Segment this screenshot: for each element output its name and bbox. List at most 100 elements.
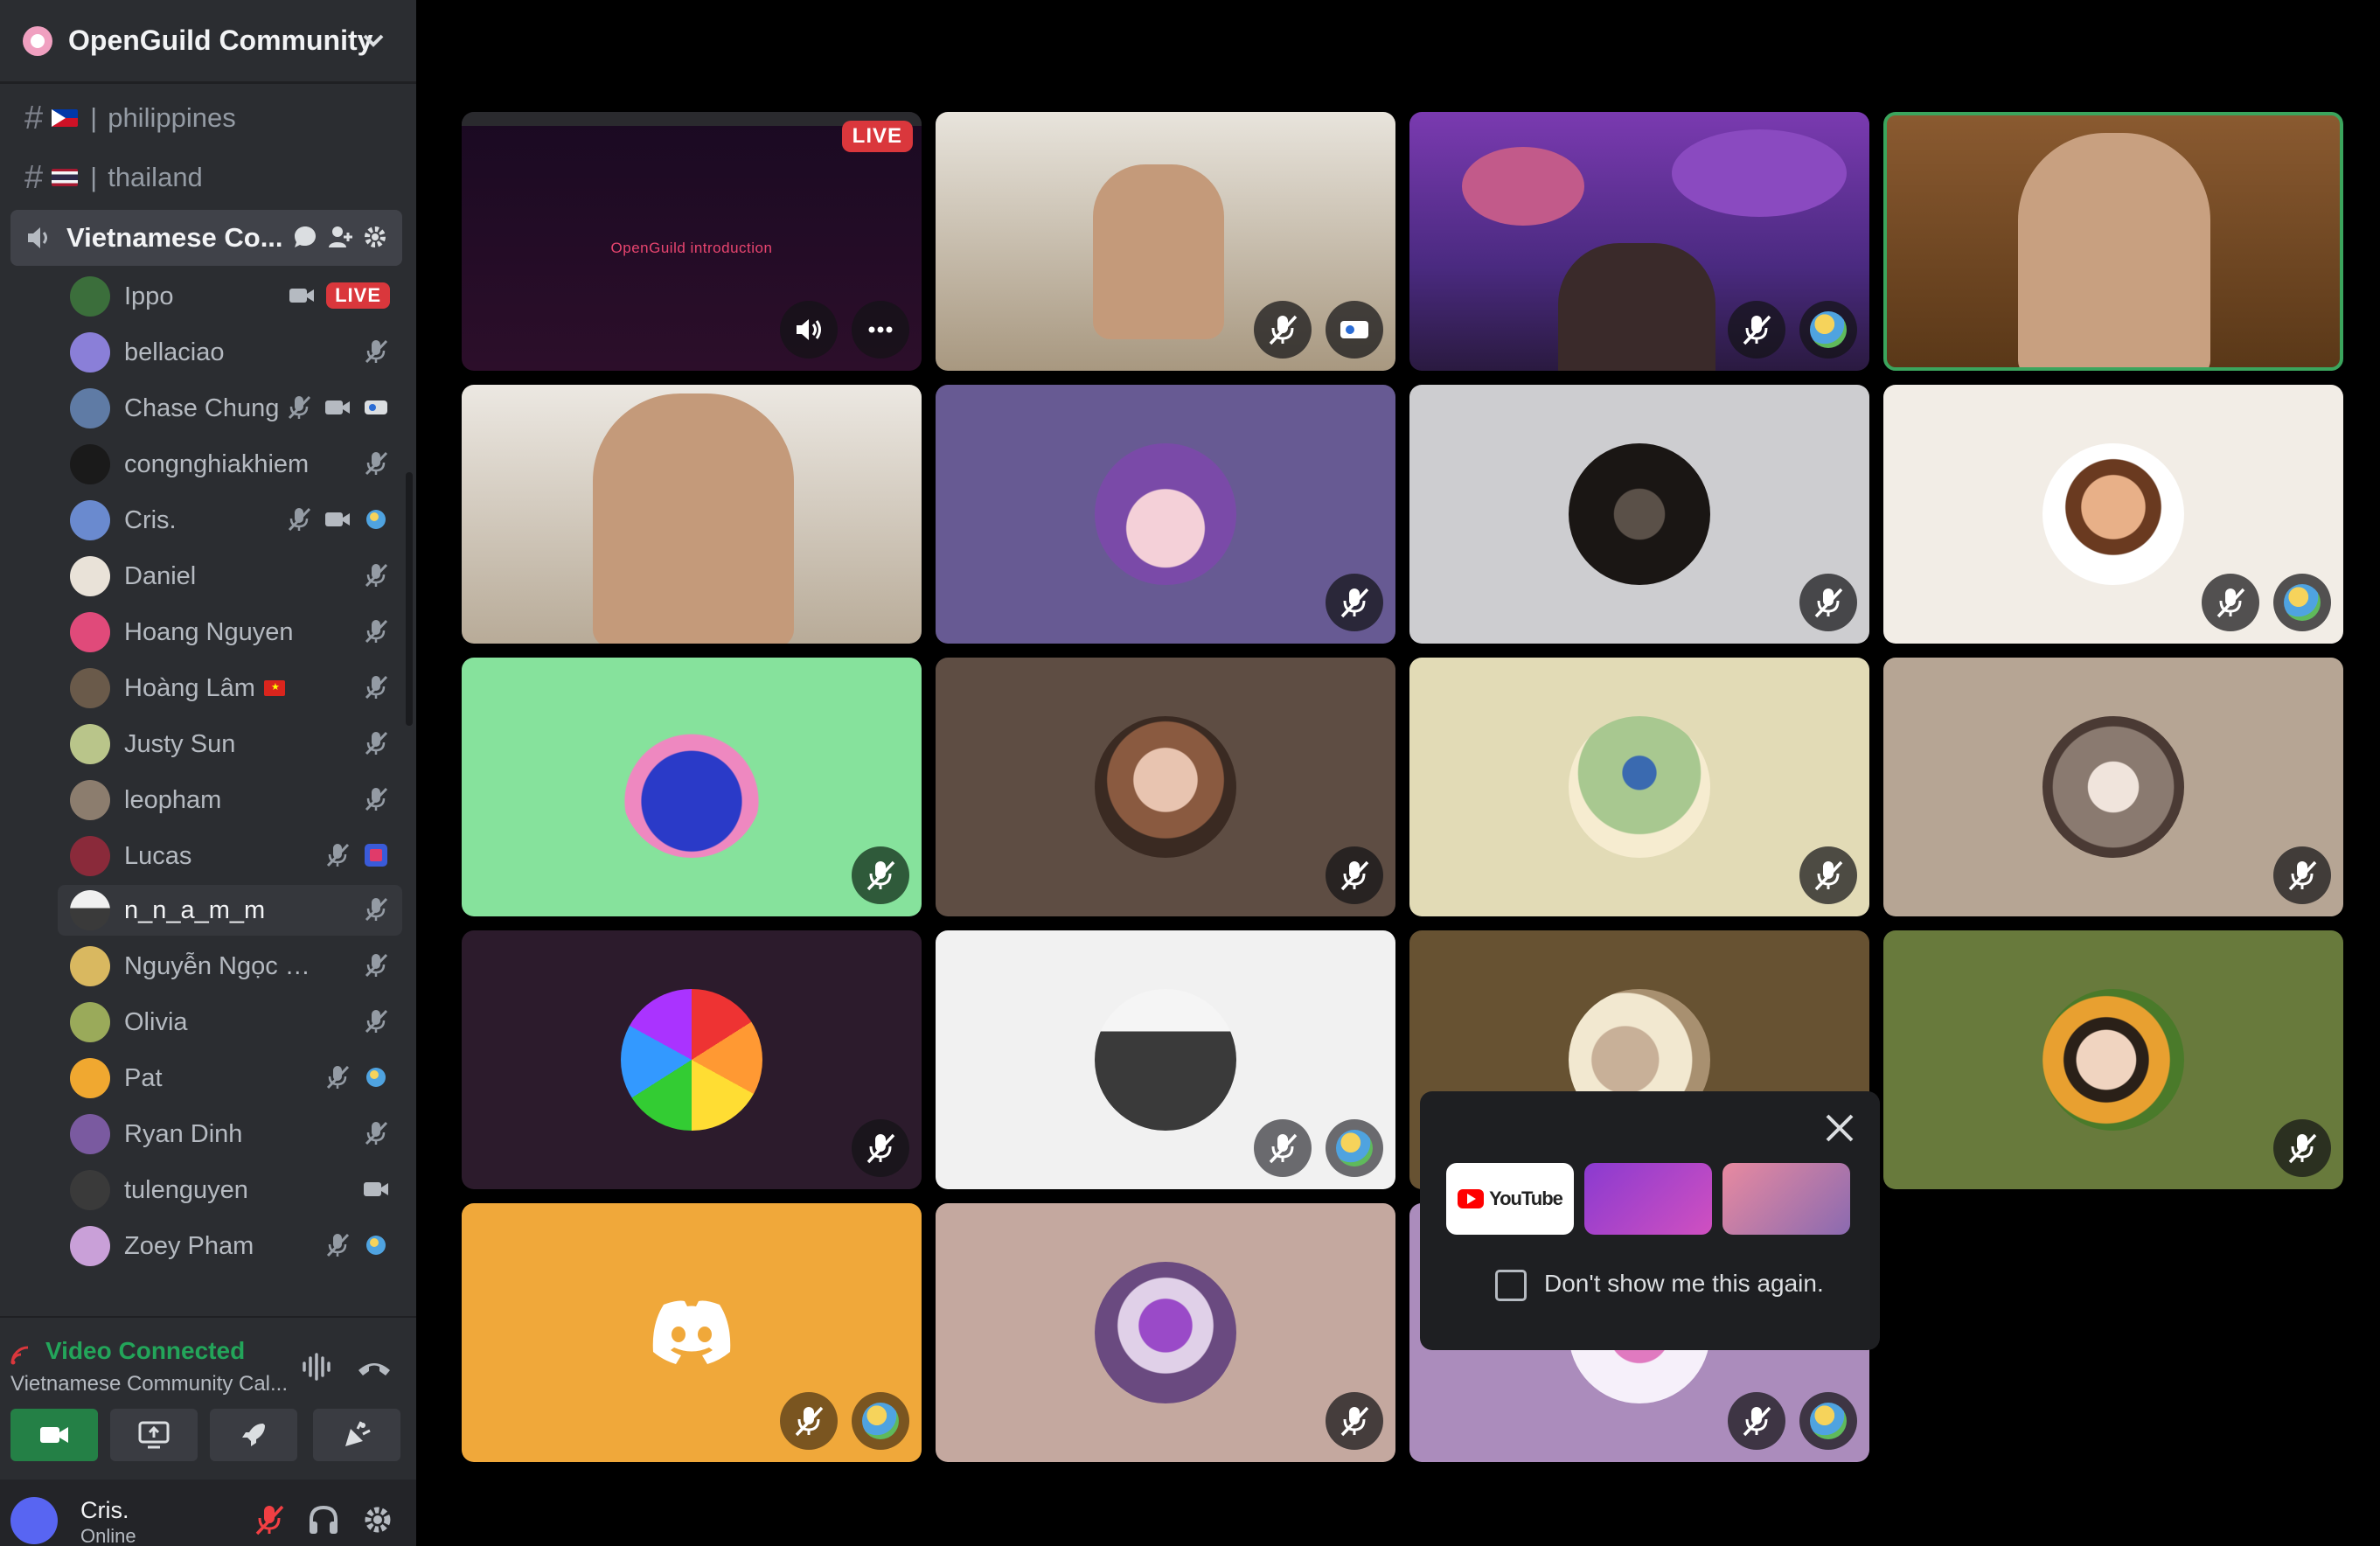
channel-thailand[interactable]: # | thailand — [24, 156, 203, 199]
voice-status-title: Video Connected — [45, 1337, 246, 1364]
stream-slide-title: OpenGuild introduction — [610, 240, 773, 256]
avatar-tile[interactable] — [936, 385, 1395, 644]
gear-icon[interactable] — [360, 1502, 395, 1537]
sidebar-scrollbar[interactable] — [406, 472, 413, 726]
mic-muted-icon — [866, 1133, 895, 1164]
philippines-flag-icon — [52, 109, 79, 127]
avatar-tile[interactable] — [1883, 658, 2343, 916]
mic-muted-icon — [365, 953, 388, 978]
member-olivia[interactable]: Olivia — [70, 997, 402, 1048]
activity-icon — [366, 510, 386, 529]
avatar — [70, 836, 110, 876]
member-hoang-lam[interactable]: Hoàng Lâm ★ — [70, 663, 402, 714]
disconnect-icon[interactable] — [355, 1349, 393, 1384]
member-bellaciao[interactable]: bellaciao — [70, 327, 402, 378]
server-header[interactable]: OpenGuild Community — [0, 0, 416, 84]
activity-icon — [1810, 311, 1847, 348]
game-activity-thumbnail[interactable] — [1722, 1163, 1850, 1235]
headphones-icon[interactable] — [306, 1502, 341, 1537]
mic-muted-icon — [288, 507, 311, 532]
live-badge: LIVE — [841, 121, 913, 152]
member-lucas[interactable]: Lucas — [70, 831, 402, 881]
member-justy-sun[interactable]: Justy Sun — [70, 719, 402, 770]
member-nguyen-ngoc-phu[interactable]: Nguyễn Ngọc Phú S... — [70, 941, 402, 992]
camera-icon — [325, 400, 350, 414]
participant-avatar — [2042, 716, 2184, 858]
chevron-down-icon[interactable] — [362, 28, 385, 55]
camera-toggle-button[interactable] — [10, 1409, 98, 1461]
game-activity-thumbnail[interactable] — [1584, 1163, 1712, 1235]
noise-suppression-icon[interactable] — [299, 1349, 334, 1384]
avatar-tile[interactable] — [462, 658, 922, 916]
dont-show-again-checkbox[interactable] — [1495, 1270, 1527, 1301]
mic-muted-icon — [365, 619, 388, 644]
avatar-tile[interactable] — [1409, 385, 1869, 644]
avatar — [70, 1058, 110, 1098]
member-tulenguyen[interactable]: tulenguyen — [70, 1165, 402, 1215]
member-name: leopham — [124, 785, 222, 814]
mic-muted-icon — [288, 395, 311, 420]
activities-button[interactable] — [210, 1409, 297, 1461]
participant-avatar — [1569, 716, 1710, 858]
member-hoang-nguyen[interactable]: Hoang Nguyen — [70, 607, 402, 658]
video-tile-speaking[interactable] — [1883, 112, 2343, 371]
muted-indicator — [852, 1119, 909, 1177]
member-name: Cris. — [124, 505, 177, 534]
participant-avatar — [2042, 989, 2184, 1131]
avatar-tile[interactable] — [936, 1203, 1395, 1462]
voice-channel-name: Vietnamese Co... — [66, 222, 283, 253]
user-panel: Cris. Online — [0, 1480, 416, 1546]
avatar-tile[interactable] — [1409, 658, 1869, 916]
member-leopham[interactable]: leopham — [70, 775, 402, 825]
mic-muted-icon — [2288, 1133, 2317, 1164]
screen-share-button[interactable] — [110, 1409, 198, 1461]
avatar-tile[interactable] — [462, 1203, 922, 1462]
avatar-tile[interactable] — [936, 930, 1395, 1189]
avatar-tile[interactable] — [462, 930, 922, 1189]
avatar-tile[interactable] — [1883, 385, 2343, 644]
muted-indicator — [2273, 1119, 2331, 1177]
youtube-activity-thumbnail[interactable]: YouTube — [1446, 1163, 1574, 1235]
member-zoey-pham[interactable]: Zoey Pham — [70, 1221, 402, 1271]
mic-muted-icon — [1269, 315, 1298, 345]
user-avatar[interactable] — [10, 1497, 58, 1544]
chat-bubble-icon[interactable] — [292, 224, 318, 250]
mic-muted-icon — [1269, 1133, 1298, 1164]
speaker-icon — [28, 227, 47, 248]
mic-muted-icon — [365, 1009, 388, 1034]
hash-icon: # — [24, 158, 44, 196]
member-pat[interactable]: Pat — [70, 1053, 402, 1104]
gear-icon[interactable] — [362, 224, 388, 250]
participant-avatar — [1095, 1262, 1236, 1403]
mic-muted-icon — [365, 731, 388, 756]
add-member-icon[interactable] — [327, 224, 353, 250]
stream-tile-ippo[interactable]: LIVE OpenGuild introduction — [462, 112, 922, 371]
member-name: congnghiakhiem — [124, 449, 310, 478]
participant-video — [1093, 164, 1224, 339]
member-ippo[interactable]: Ippo LIVE — [70, 271, 402, 322]
member-name: Olivia — [124, 1007, 188, 1036]
member-congnghiakhiem[interactable]: congnghiakhiem — [70, 439, 402, 490]
video-tile[interactable] — [462, 385, 922, 644]
stream-more-button[interactable] — [852, 301, 909, 359]
voice-channel-vietnamese[interactable]: Vietnamese Co... — [10, 210, 402, 266]
avatar-tile[interactable] — [936, 658, 1395, 916]
member-ryan-dinh[interactable]: Ryan Dinh — [70, 1109, 402, 1160]
user-status: Online — [80, 1525, 136, 1546]
video-tile[interactable] — [936, 112, 1395, 371]
voice-status-channel[interactable]: Vietnamese Community Cal... — [10, 1372, 290, 1396]
member-n-n-a-m-m[interactable]: n_n_a_m_m — [58, 885, 402, 936]
stream-volume-button[interactable] — [780, 301, 838, 359]
soundboard-button[interactable] — [313, 1409, 400, 1461]
member-daniel[interactable]: Daniel — [70, 551, 402, 602]
activity-icon — [1340, 321, 1368, 338]
channel-philippines[interactable]: # | philippines — [24, 96, 236, 140]
member-chase-chung[interactable]: Chase Chung — [70, 383, 402, 434]
mic-muted-icon[interactable] — [252, 1502, 287, 1537]
close-icon[interactable] — [1822, 1111, 1857, 1146]
video-tile[interactable] — [1409, 112, 1869, 371]
avatar-tile[interactable] — [1883, 930, 2343, 1189]
muted-indicator — [2202, 574, 2259, 631]
member-name: bellaciao — [124, 338, 225, 366]
member-cris[interactable]: Cris. — [70, 495, 402, 546]
